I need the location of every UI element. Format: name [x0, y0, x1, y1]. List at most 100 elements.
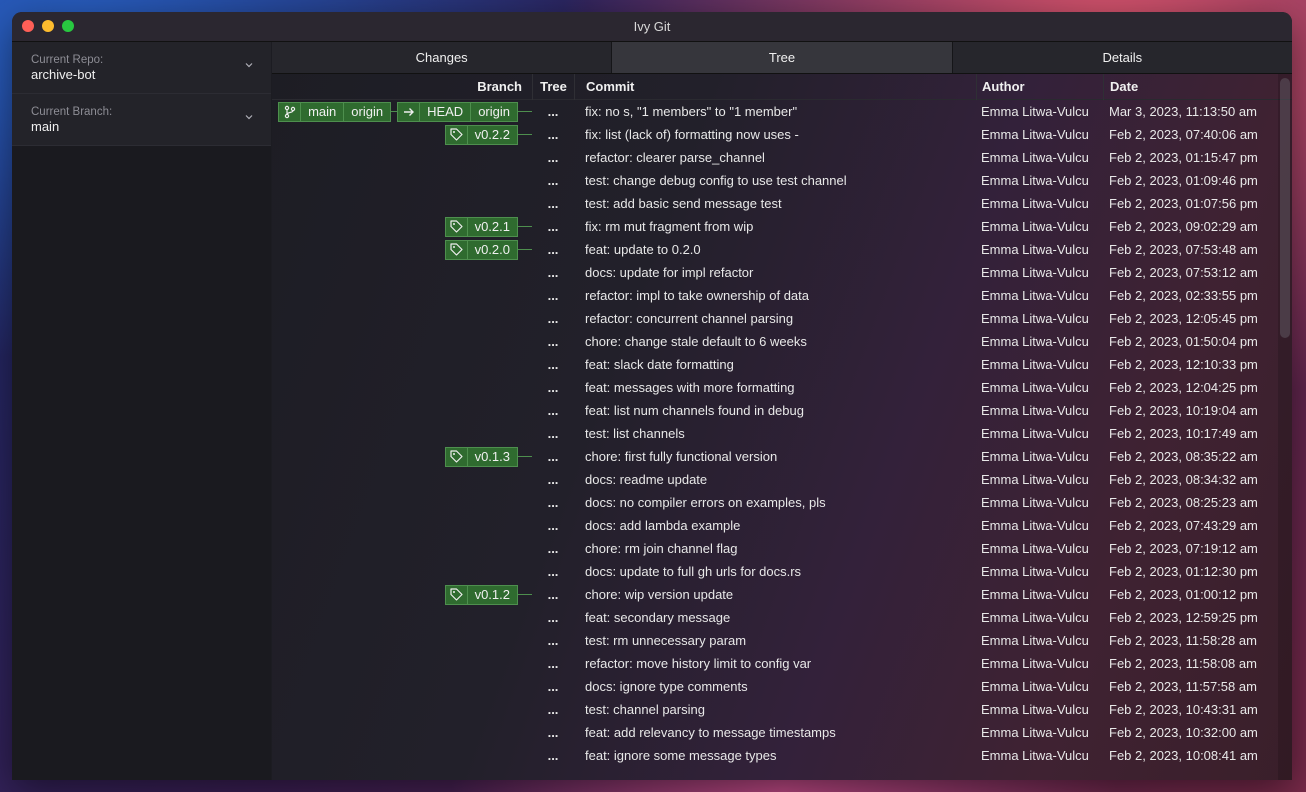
tree-cell: ... — [547, 426, 559, 441]
commit-row[interactable]: ... chore: change stale default to 6 week… — [272, 330, 1292, 353]
commit-author: Emma Litwa-Vulcu — [981, 196, 1089, 211]
commit-message: feat: secondary message — [585, 610, 731, 625]
commit-date: Feb 2, 2023, 07:40:06 am — [1109, 127, 1258, 142]
tree-cell: ... — [547, 748, 559, 763]
commit-message: chore: change stale default to 6 weeks — [585, 334, 807, 349]
commit-date: Feb 2, 2023, 07:19:12 am — [1109, 541, 1258, 556]
commit-author: Emma Litwa-Vulcu — [981, 495, 1089, 510]
tag-icon — [446, 217, 468, 236]
tag-icon — [446, 585, 468, 604]
tag-name: v0.1.2 — [474, 586, 510, 602]
vertical-scrollbar[interactable] — [1278, 74, 1292, 780]
tag-chip[interactable]: v0.2.2 — [444, 124, 518, 145]
commit-author: Emma Litwa-Vulcu — [981, 518, 1089, 533]
tab-details[interactable]: Details — [952, 42, 1292, 73]
column-header-branch[interactable]: Branch — [272, 74, 532, 100]
commit-date: Feb 2, 2023, 02:33:55 pm — [1109, 288, 1258, 303]
sidebar-empty-area — [12, 146, 271, 780]
repo-selector[interactable]: Current Repo: archive-bot — [12, 42, 271, 94]
commit-row[interactable]: ... refactor: clearer parse_channel Emma L… — [272, 146, 1292, 169]
tab-tree[interactable]: Tree — [612, 42, 953, 73]
commit-row[interactable]: ... docs: ignore type comments Emma Litwa-… — [272, 675, 1292, 698]
commit-date: Feb 2, 2023, 10:32:00 am — [1109, 725, 1258, 740]
commit-row[interactable]: ... feat: secondary message Emma Litwa-Vul… — [272, 606, 1292, 629]
tab-bar: Changes Tree Details — [272, 42, 1292, 74]
commit-row[interactable]: v0.2.2... fix: list (lack of) formatting … — [272, 123, 1292, 146]
commit-date: Feb 2, 2023, 10:19:04 am — [1109, 403, 1258, 418]
commit-row[interactable]: ... docs: no compiler errors on examples,… — [272, 491, 1292, 514]
commit-row[interactable]: ... refactor: concurrent channel parsing E… — [272, 307, 1292, 330]
commit-table-body: main origin HEAD origin... fix: no s, "1 mem… — [272, 100, 1292, 767]
branch-chip-main[interactable]: main origin — [278, 101, 392, 122]
commit-row[interactable]: ... test: add basic send message test Emma… — [272, 192, 1292, 215]
commit-date: Feb 2, 2023, 01:07:56 pm — [1109, 196, 1258, 211]
branch-cell — [272, 261, 532, 284]
tree-cell: ... — [547, 472, 559, 487]
commit-row[interactable]: ... refactor: move history limit to confi… — [272, 652, 1292, 675]
head-chip[interactable]: HEAD origin — [397, 101, 518, 122]
commit-row[interactable]: ... feat: messages with more formatting Em… — [272, 376, 1292, 399]
tag-chip[interactable]: v0.1.3 — [444, 446, 518, 467]
commit-row[interactable]: v0.2.0... feat: update to 0.2.0 Emma Litwa… — [272, 238, 1292, 261]
tag-chip[interactable]: v0.2.1 — [444, 216, 518, 237]
tag-icon — [446, 447, 468, 466]
maximize-window-button[interactable] — [62, 20, 74, 32]
commit-message: feat: slack date formatting — [585, 357, 734, 372]
tree-cell: ... — [547, 104, 559, 119]
column-header-author[interactable]: Author — [976, 73, 1103, 100]
commit-row[interactable]: ... feat: slack date formatting Emma Litwa… — [272, 353, 1292, 376]
commit-row[interactable]: ... feat: add relevancy to message timest… — [272, 721, 1292, 744]
commit-row[interactable]: ... test: list channels Emma Litwa-Vulcu Fe… — [272, 422, 1292, 445]
tree-cell: ... — [547, 150, 559, 165]
commit-row[interactable]: ... test: rm unnecessary param Emma Litwa-… — [272, 629, 1292, 652]
commit-row[interactable]: ... test: change debug config to use test… — [272, 169, 1292, 192]
commit-message: feat: messages with more formatting — [585, 380, 795, 395]
scrollbar-thumb[interactable] — [1280, 78, 1290, 338]
commit-row[interactable]: ... feat: ignore some message types Emma L… — [272, 744, 1292, 767]
branch-cell: v0.2.2 — [272, 123, 532, 146]
branch-cell — [272, 399, 532, 422]
commit-row[interactable]: v0.2.1... fix: rm mut fragment from wip Em… — [272, 215, 1292, 238]
commit-row[interactable]: v0.1.3... chore: first fully functional v… — [272, 445, 1292, 468]
tab-changes[interactable]: Changes — [272, 42, 613, 73]
branch-cell: main origin HEAD origin — [272, 100, 532, 123]
commit-row[interactable]: ... docs: update for impl refactor Emma Li… — [272, 261, 1292, 284]
tag-chip[interactable]: v0.2.0 — [444, 239, 518, 260]
tree-cell: ... — [547, 403, 559, 418]
commit-row[interactable]: ... feat: list num channels found in debu… — [272, 399, 1292, 422]
tag-name: v0.2.1 — [474, 218, 510, 234]
branch-selector[interactable]: Current Branch: main — [12, 94, 271, 146]
commit-author: Emma Litwa-Vulcu — [981, 104, 1089, 119]
commit-row[interactable]: ... chore: rm join channel flag Emma Litwa… — [272, 537, 1292, 560]
head-label: HEAD — [420, 102, 472, 121]
commit-message: docs: update to full gh urls for docs.rs — [585, 564, 802, 579]
commit-table-header: Branch Tree Commit Author Date — [272, 73, 1292, 100]
commit-row[interactable]: v0.1.2... chore: wip version update Emma L… — [272, 583, 1292, 606]
commit-author: Emma Litwa-Vulcu — [981, 219, 1089, 234]
tag-chip[interactable]: v0.1.2 — [444, 584, 518, 605]
commit-row[interactable]: ... docs: update to full gh urls for docs… — [272, 560, 1292, 583]
column-header-commit[interactable]: Commit — [574, 73, 976, 100]
tree-cell: ... — [547, 679, 559, 694]
commit-date: Feb 2, 2023, 01:50:04 pm — [1109, 334, 1258, 349]
commit-message: feat: list num channels found in debug — [585, 403, 804, 418]
head-remote: origin — [478, 103, 510, 119]
commit-row[interactable]: ... test: channel parsing Emma Litwa-Vulcu… — [272, 698, 1292, 721]
commit-author: Emma Litwa-Vulcu — [981, 288, 1089, 303]
commit-message: chore: rm join channel flag — [585, 541, 738, 556]
branch-cell: v0.2.0 — [272, 238, 532, 261]
minimize-window-button[interactable] — [42, 20, 54, 32]
commit-row[interactable]: ... docs: readme update Emma Litwa-Vulcu Fe… — [272, 468, 1292, 491]
commit-row[interactable]: ... docs: add lambda example Emma Litwa-Vu… — [272, 514, 1292, 537]
close-window-button[interactable] — [22, 20, 34, 32]
tree-cell: ... — [547, 564, 559, 579]
tree-cell: ... — [547, 173, 559, 188]
commit-row[interactable]: ... refactor: impl to take ownership of d… — [272, 284, 1292, 307]
commit-date: Feb 2, 2023, 12:04:25 pm — [1109, 380, 1258, 395]
commit-row[interactable]: main origin HEAD origin... fix: no s, "1 mem… — [272, 100, 1292, 123]
column-header-date[interactable]: Date — [1103, 73, 1279, 100]
commit-date: Feb 2, 2023, 07:43:29 am — [1109, 518, 1258, 533]
column-header-tree[interactable]: Tree — [532, 73, 574, 100]
chevron-down-icon — [245, 63, 253, 68]
ref-connector — [518, 594, 532, 595]
